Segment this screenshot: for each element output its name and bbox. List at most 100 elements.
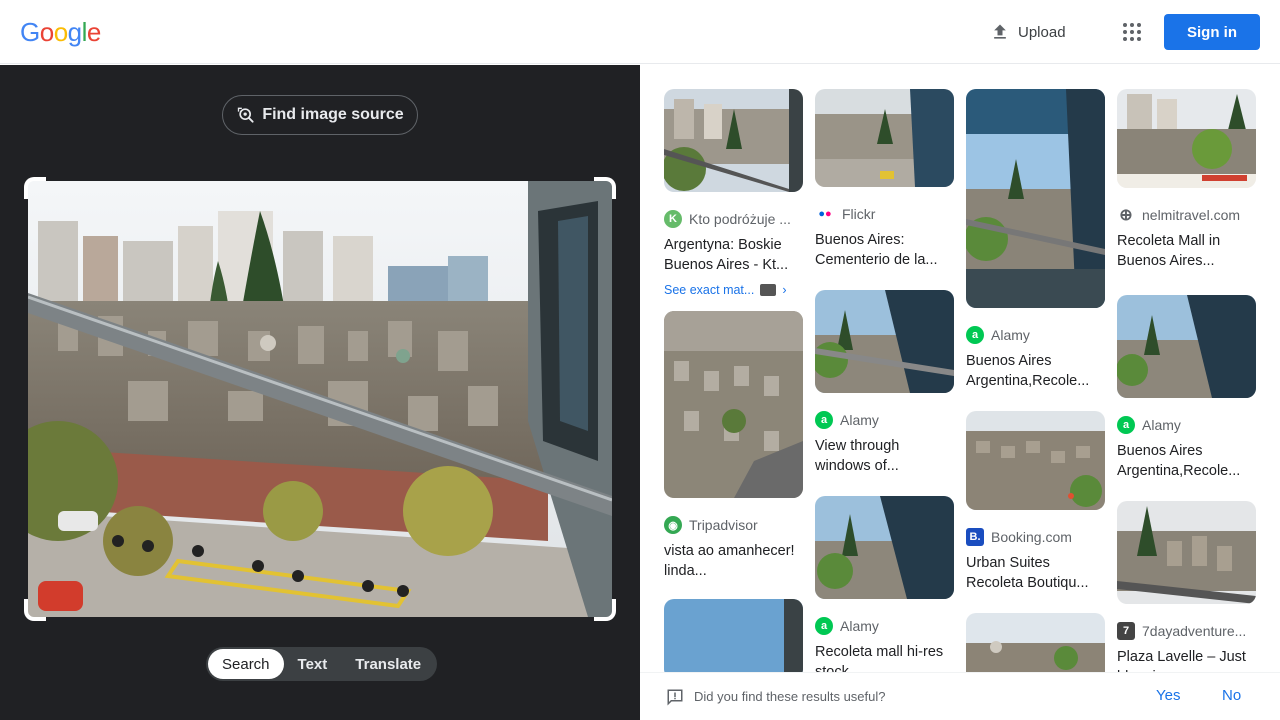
- source-favicon: K: [664, 210, 682, 228]
- result-card[interactable]: a Alamy Buenos Aires Argentina,Recole...: [1116, 295, 1256, 481]
- result-source: a Alamy: [966, 325, 1105, 345]
- tab-text[interactable]: Text: [284, 649, 342, 679]
- site-favicon: 7: [1117, 622, 1135, 640]
- result-card[interactable]: ⊕ nelmitravel.com Recoleta Mall in Bueno…: [1117, 89, 1256, 271]
- result-title[interactable]: Recoleta Mall in Buenos Aires...: [1117, 231, 1256, 271]
- result-card[interactable]: [664, 599, 803, 672]
- feedback-yes-button[interactable]: Yes: [1156, 687, 1180, 704]
- result-title[interactable]: Argentyna: Boskie Buenos Aires - Kt...: [664, 235, 803, 275]
- result-thumbnail: [964, 89, 1105, 308]
- result-source: a Alamy: [815, 410, 954, 430]
- result-source-name: Alamy: [840, 618, 879, 634]
- result-thumbnail: [1117, 89, 1256, 188]
- result-card[interactable]: ◉ Tripadvisor vista ao amanhecer! linda.…: [664, 311, 803, 581]
- result-source: B. Booking.com: [966, 527, 1105, 547]
- result-thumbnail: [1116, 295, 1256, 398]
- result-source-name: nelmitravel.com: [1142, 207, 1241, 223]
- upload-icon: [994, 24, 1006, 39]
- logo-letter: g: [67, 17, 82, 47]
- result-card[interactable]: 7 7dayadventure... Plaza Lavelle – Just …: [1117, 501, 1256, 672]
- results-column: ⊕ nelmitravel.com Recoleta Mall in Bueno…: [1116, 89, 1256, 672]
- result-source: ● ● Flickr: [815, 204, 954, 224]
- upload-label: Upload: [1018, 23, 1066, 41]
- feedback-question: Did you find these results useful?: [694, 689, 886, 704]
- upload-button[interactable]: Upload: [990, 18, 1066, 46]
- query-image-pane: Find image source Search Text Translate: [0, 65, 640, 720]
- exact-match-thumbnail: [760, 284, 777, 296]
- result-title[interactable]: Urban Suites Recoleta Boutiqu...: [966, 553, 1105, 593]
- result-source: a Alamy: [1117, 415, 1256, 435]
- result-source: a Alamy: [815, 616, 954, 636]
- logo-letter: o: [53, 17, 68, 47]
- sign-in-button[interactable]: Sign in: [1164, 14, 1260, 50]
- see-exact-matches-label: See exact mat...: [664, 283, 755, 297]
- result-card[interactable]: a Alamy View through windows of...: [812, 290, 954, 476]
- alamy-icon: a: [966, 326, 984, 344]
- result-source: 7 7dayadventure...: [1117, 621, 1256, 641]
- logo-letter: o: [39, 17, 54, 47]
- result-source-name: Alamy: [840, 412, 879, 428]
- visual-matches-grid: K Kto podróżuje ... Argentyna: Boskie Bu…: [640, 65, 1280, 672]
- result-thumbnail: [1117, 501, 1256, 604]
- result-title[interactable]: Plaza Lavelle – Just blogging away .....…: [1117, 647, 1256, 672]
- result-card[interactable]: [966, 613, 1105, 672]
- result-source-name: 7dayadventure...: [1142, 623, 1247, 639]
- flickr-icon: ● ●: [815, 205, 835, 223]
- result-source: ⊕ nelmitravel.com: [1117, 205, 1256, 225]
- alamy-icon: a: [815, 617, 833, 635]
- find-image-source-button[interactable]: Find image source: [222, 95, 418, 135]
- result-thumbnail: [815, 89, 954, 187]
- result-thumbnail: [966, 613, 1105, 672]
- google-logo[interactable]: Google: [20, 17, 101, 48]
- chevron-right-icon: ›: [782, 283, 787, 297]
- feedback-no-button[interactable]: No: [1222, 687, 1241, 704]
- result-card[interactable]: K Kto podróżuje ... Argentyna: Boskie Bu…: [662, 89, 803, 297]
- result-title[interactable]: vista ao amanhecer! linda...: [664, 541, 803, 581]
- result-source-name: Alamy: [991, 327, 1030, 343]
- result-title[interactable]: Buenos Aires Argentina,Recole...: [966, 351, 1105, 391]
- result-thumbnail: [966, 411, 1105, 510]
- feedback-bar: Did you find these results useful? Yes N…: [640, 672, 1280, 720]
- lens-search-icon: [238, 107, 254, 123]
- tripadvisor-icon: ◉: [664, 516, 682, 534]
- result-source-name: Booking.com: [991, 529, 1072, 545]
- result-card[interactable]: a Alamy Buenos Aires Argentina,Recole...: [964, 89, 1105, 391]
- query-image-crop[interactable]: [24, 177, 616, 621]
- result-title[interactable]: Recoleta mall hi-res stock...: [815, 642, 954, 672]
- crop-handle-top-left[interactable]: [24, 177, 46, 199]
- result-thumbnail: [812, 290, 954, 393]
- result-card[interactable]: ● ● Flickr Buenos Aires: Cementerio de la…: [815, 89, 954, 270]
- result-thumbnail: [815, 496, 954, 599]
- crop-handle-bottom-left[interactable]: [24, 599, 46, 621]
- crop-handle-bottom-right[interactable]: [594, 599, 616, 621]
- results-column: a Alamy Buenos Aires Argentina,Recole...…: [964, 89, 1105, 672]
- apps-grid-icon[interactable]: [1120, 20, 1144, 44]
- result-title[interactable]: Buenos Aires: Cementerio de la...: [815, 230, 954, 270]
- result-title[interactable]: Buenos Aires Argentina,Recole...: [1117, 441, 1256, 481]
- query-image: [28, 181, 612, 617]
- crop-handle-top-right[interactable]: [594, 177, 616, 199]
- result-card[interactable]: a Alamy Recoleta mall hi-res stock...: [815, 496, 954, 672]
- result-source-name: Tripadvisor: [689, 517, 758, 533]
- result-source-name: Alamy: [1142, 417, 1181, 433]
- alamy-icon: a: [815, 411, 833, 429]
- result-card[interactable]: B. Booking.com Urban Suites Recoleta Bou…: [966, 411, 1105, 593]
- result-source-name: Flickr: [842, 206, 876, 222]
- booking-icon: B.: [966, 528, 984, 546]
- find-image-source-label: Find image source: [262, 106, 404, 123]
- alamy-icon: a: [1117, 416, 1135, 434]
- mode-tabs: Search Text Translate: [206, 647, 438, 681]
- result-source: ◉ Tripadvisor: [664, 515, 803, 535]
- result-thumbnail: [664, 311, 803, 498]
- results-column: K Kto podróżuje ... Argentyna: Boskie Bu…: [662, 89, 803, 672]
- top-bar: Google Upload Sign in: [0, 0, 1280, 64]
- tab-search[interactable]: Search: [208, 649, 284, 679]
- result-source: K Kto podróżuje ...: [664, 209, 803, 229]
- result-title[interactable]: View through windows of...: [815, 436, 954, 476]
- tab-translate[interactable]: Translate: [341, 649, 435, 679]
- globe-icon: ⊕: [1117, 206, 1135, 224]
- result-thumbnail: [664, 599, 803, 672]
- logo-letter: e: [86, 17, 101, 47]
- results-column: ● ● Flickr Buenos Aires: Cementerio de la…: [812, 89, 954, 672]
- see-exact-matches-link[interactable]: See exact mat... ›: [664, 283, 803, 297]
